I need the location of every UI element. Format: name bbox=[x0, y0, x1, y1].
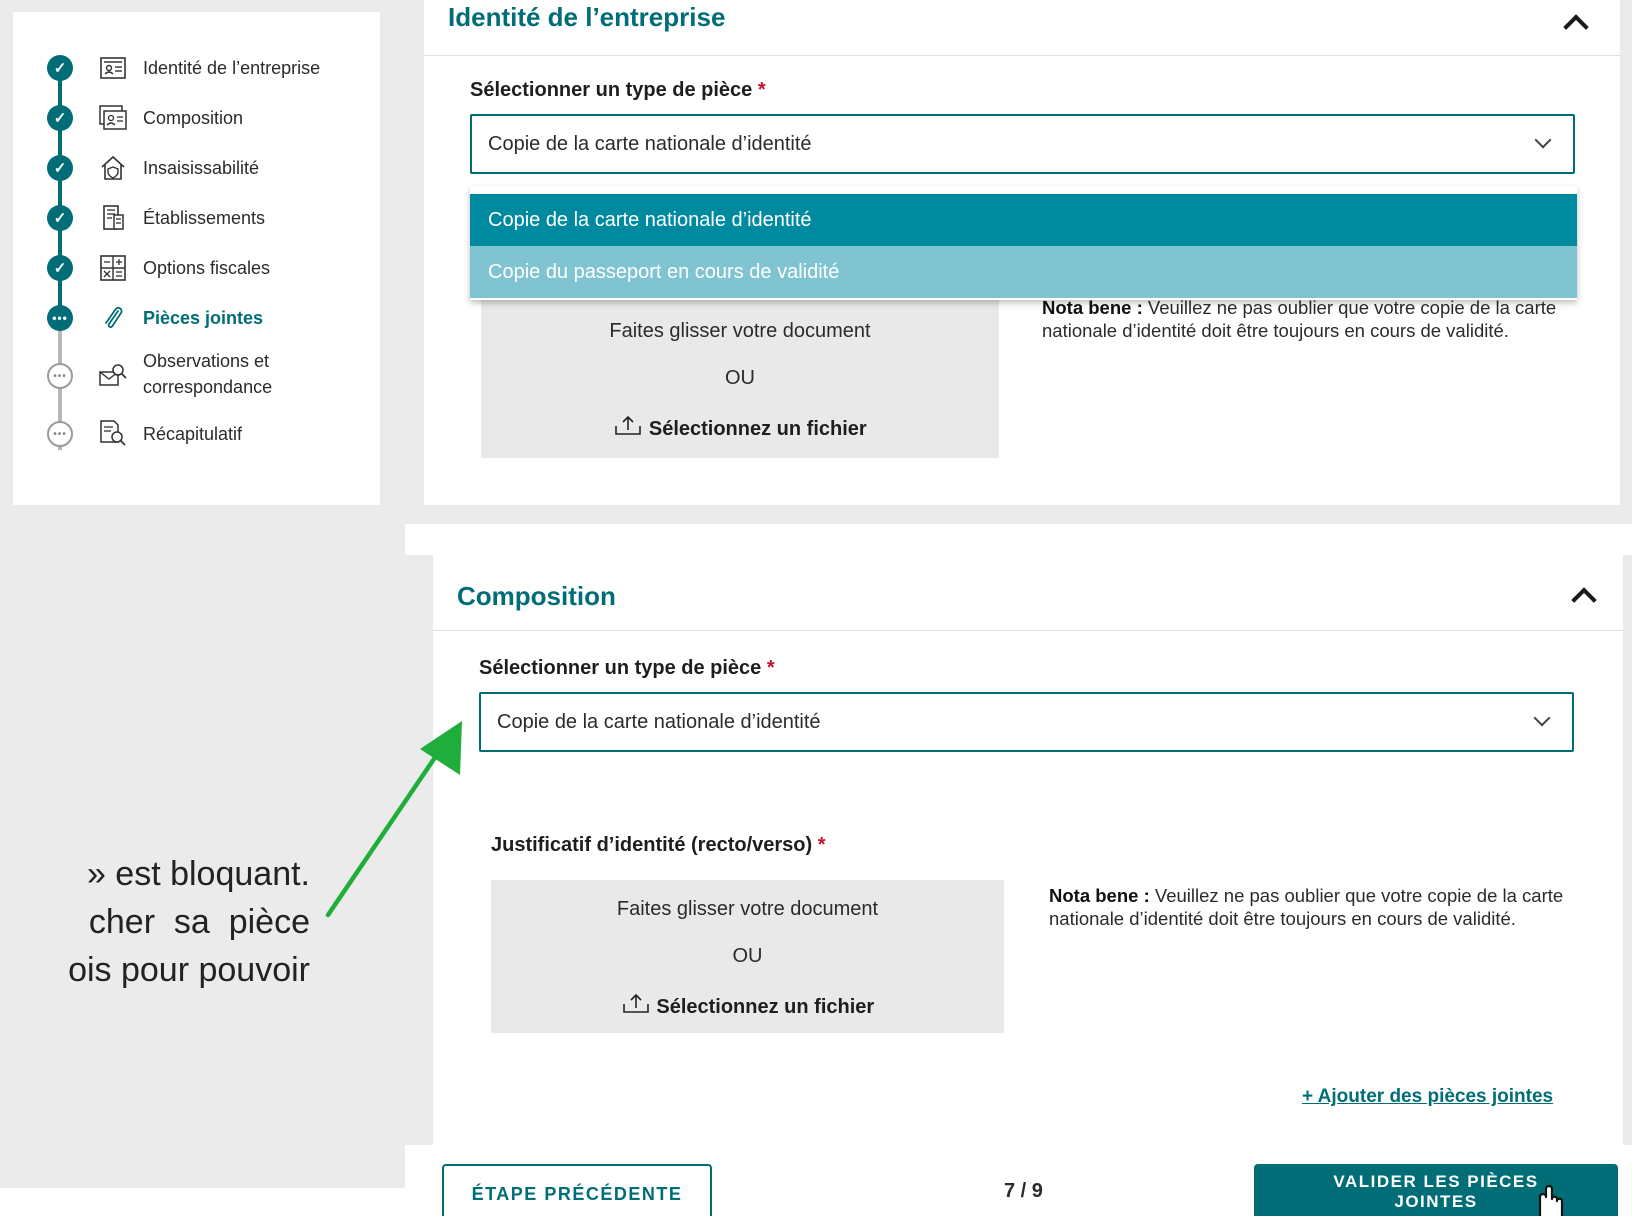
step-label: Établissements bbox=[143, 208, 266, 228]
step-identite[interactable]: ✓ Identité de l’entreprise bbox=[13, 46, 380, 90]
select-label: Sélectionner un type de pièce * bbox=[479, 657, 775, 680]
page-indicator: 7 / 9 bbox=[1004, 1180, 1043, 1202]
panel-title: Identité de l’entreprise bbox=[448, 2, 726, 32]
collapse-chevron-icon[interactable] bbox=[1571, 587, 1597, 613]
chevron-down-icon bbox=[1534, 131, 1552, 149]
hand-cursor-icon bbox=[1538, 1185, 1564, 1216]
panel-title: Composition bbox=[457, 581, 616, 611]
step-recapitulatif[interactable]: ••• Récapitulatif bbox=[13, 412, 380, 456]
dropzone-drag-text: Faites glisser votre document bbox=[616, 898, 879, 920]
annotation-arrow-icon bbox=[325, 721, 462, 918]
step-label: Insaisissabilité bbox=[143, 158, 260, 178]
collapse-chevron-icon[interactable] bbox=[1563, 14, 1589, 40]
previous-step-button[interactable]: ÉTAPE PRÉCÉDENTE bbox=[442, 1164, 712, 1216]
piece-type-select[interactable]: Copie de la carte nationale d’identité bbox=[479, 692, 1574, 752]
step-label: Identité de l’entreprise bbox=[143, 58, 321, 78]
document-label-text: Justificatif d’identité (recto/verso) bbox=[491, 834, 813, 856]
step-etablissements[interactable]: ✓ Établissements bbox=[13, 196, 380, 240]
dropzone-or-text: OU bbox=[725, 367, 755, 389]
piece-type-select[interactable]: Copie de la carte nationale d’identité bbox=[470, 114, 1575, 174]
pending-icon: ••• bbox=[47, 363, 73, 389]
stepper-nav: ✓ Identité de l’entreprise ✓ Composition… bbox=[13, 12, 380, 505]
step-observations[interactable]: ••• Observations et correspondance bbox=[13, 346, 380, 406]
step-label: Composition bbox=[143, 108, 244, 128]
select-file-label: Sélectionnez un fichier bbox=[648, 418, 867, 440]
caption-line: cher sa pièce bbox=[88, 903, 310, 941]
caption-line: ois pour pouvoir bbox=[68, 951, 310, 989]
step-insaisissabilite[interactable]: ✓ Insaisissabilité bbox=[13, 146, 380, 190]
select-value: Copie de la carte nationale d’identité bbox=[488, 133, 812, 155]
required-mark: * bbox=[766, 657, 775, 679]
check-icon: ✓ bbox=[47, 55, 73, 81]
file-dropzone[interactable]: Faites glisser votre document OU Sélecti… bbox=[491, 880, 1004, 1033]
select-label: Sélectionner un type de pièce * bbox=[470, 79, 766, 102]
select-file-button[interactable]: Sélectionnez un fichier bbox=[481, 414, 999, 441]
step-options-fiscales[interactable]: ✓ Options fiscales bbox=[13, 246, 380, 290]
pending-icon: ••• bbox=[47, 421, 73, 447]
select-label-text: Sélectionner un type de pièce bbox=[479, 657, 762, 679]
paperclip-icon bbox=[99, 304, 127, 332]
dropdown-option-cni[interactable]: Copie de la carte nationale d’identité bbox=[470, 194, 1577, 246]
step-label: Récapitulatif bbox=[143, 424, 243, 444]
nota-bene: Nota bene : Veuillez ne pas oublier que … bbox=[1049, 884, 1569, 930]
add-attachment-link[interactable]: + Ajouter des pièces jointes bbox=[1302, 1086, 1553, 1108]
select-value: Copie de la carte nationale d’identité bbox=[497, 711, 821, 733]
check-icon: ✓ bbox=[47, 255, 73, 281]
nota-bene-label: Nota bene : bbox=[1042, 297, 1143, 318]
step-label-line: correspondance bbox=[143, 377, 273, 397]
building-icon bbox=[99, 204, 127, 232]
in-progress-icon: ••• bbox=[47, 305, 73, 331]
dropdown-option-passeport[interactable]: Copie du passeport en cours de validité bbox=[470, 246, 1577, 298]
upload-icon bbox=[621, 993, 651, 1018]
required-mark: * bbox=[757, 79, 766, 101]
select-file-label: Sélectionnez un fichier bbox=[656, 996, 875, 1018]
select-label-text: Sélectionner un type de pièce bbox=[470, 79, 753, 101]
tax-grid-icon bbox=[99, 254, 127, 282]
step-label: Options fiscales bbox=[143, 258, 271, 278]
composition-panel: Composition Sélectionner un type de pièc… bbox=[433, 555, 1623, 1155]
identite-panel-header[interactable]: Identité de l’entreprise bbox=[424, 0, 1620, 56]
file-dropzone[interactable]: Faites glisser votre document OU Sélecti… bbox=[481, 300, 999, 458]
step-composition[interactable]: ✓ Composition bbox=[13, 96, 380, 140]
check-icon: ✓ bbox=[47, 105, 73, 131]
document-search-icon bbox=[99, 420, 127, 448]
house-shield-icon bbox=[99, 154, 127, 182]
caption-line: » est bloquant. bbox=[86, 855, 310, 893]
chevron-down-icon bbox=[1533, 709, 1551, 727]
mail-search-icon bbox=[99, 362, 127, 390]
step-label: Observations et correspondance bbox=[143, 348, 272, 400]
identite-panel: Identité de l’entreprise Sélectionner un… bbox=[424, 0, 1620, 505]
caption-text: » est bloquant. cher sa pièce ois pour p… bbox=[0, 850, 310, 994]
org-chart-icon bbox=[99, 104, 127, 132]
nota-bene: Nota bene : Veuillez ne pas oublier que … bbox=[1042, 296, 1562, 342]
composition-panel-header[interactable]: Composition bbox=[433, 555, 1623, 631]
step-pieces-jointes[interactable]: ••• Pièces jointes bbox=[13, 296, 380, 340]
dropzone-drag-text: Faites glisser votre document bbox=[609, 320, 871, 342]
piece-type-dropdown: Copie de la carte nationale d’identité C… bbox=[470, 186, 1577, 300]
upload-icon bbox=[613, 415, 643, 440]
select-file-button[interactable]: Sélectionnez un fichier bbox=[491, 992, 1004, 1019]
dropzone-or-text: OU bbox=[732, 945, 763, 967]
step-label-line: Observations et bbox=[143, 351, 270, 371]
required-mark: * bbox=[817, 834, 826, 856]
id-card-icon bbox=[99, 54, 127, 82]
step-label: Pièces jointes bbox=[143, 308, 264, 328]
nota-bene-label: Nota bene : bbox=[1049, 885, 1150, 906]
check-icon: ✓ bbox=[47, 155, 73, 181]
document-label: Justificatif d’identité (recto/verso) * bbox=[491, 834, 826, 857]
check-icon: ✓ bbox=[47, 205, 73, 231]
